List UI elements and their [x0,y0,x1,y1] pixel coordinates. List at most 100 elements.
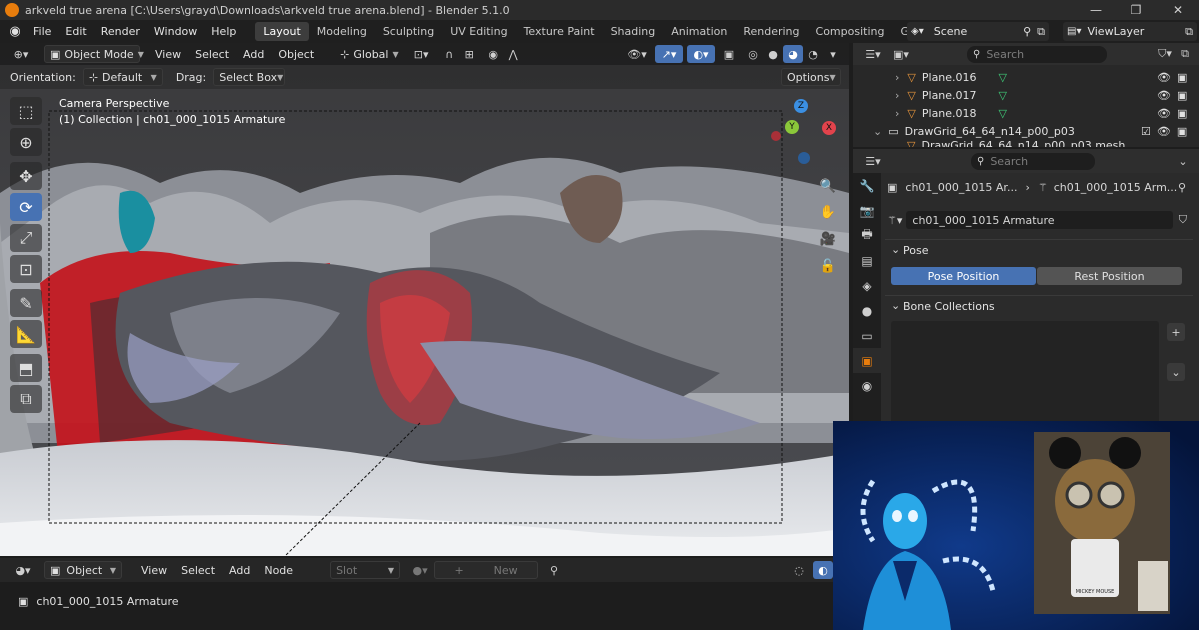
options-dropdown[interactable]: Options ▼ [781,68,841,86]
3d-viewport[interactable]: ⊕▾ ▣ Object Mode ▼ View Select Add Objec… [0,43,849,556]
outliner-row-plane-017[interactable]: › ▽ Plane.017 ▽ [895,86,1007,104]
menu-file[interactable]: File [26,20,58,43]
add-cube-tool-icon[interactable]: ⬒ [10,354,42,382]
menu-help[interactable]: Help [204,20,243,43]
display-mode-icon[interactable]: ▣▾ [887,45,915,63]
scene-tab-icon[interactable]: ◈ [853,273,881,298]
viewport-menu-select[interactable]: Select [188,48,236,61]
expand-arrow-icon[interactable]: › [895,89,899,102]
bone-collections-list[interactable] [891,321,1159,424]
node-menu-select[interactable]: Select [174,564,222,577]
zoom-icon[interactable]: 🔍 [817,175,839,197]
pan-hand-icon[interactable]: ✋ [817,201,839,223]
viewport-menu-object[interactable]: Object [271,48,321,61]
checkbox-icon[interactable]: ☑ [1141,125,1151,138]
add-bone-collection-button[interactable]: + [1167,323,1185,341]
transform-tool-icon[interactable]: ⊡ [10,255,42,283]
orientation-dropdown[interactable]: ⊹ Default ▼ [82,68,163,86]
visibility-toggles-row-3[interactable]: 👁 ▣ [1157,104,1187,122]
node-menu-add[interactable]: Add [222,564,257,577]
editor-type-icon[interactable]: ⊕▾ [6,45,36,63]
rotate-tool-icon[interactable]: ⟳ [10,193,42,221]
bone-collection-menu-button[interactable]: ⌄ [1167,363,1185,381]
snap-target-icon[interactable]: ⊞ [459,45,479,63]
workspace-tab-sculpting[interactable]: Sculpting [375,22,442,41]
tool-tab-icon[interactable]: 🔧 [853,173,881,198]
outliner-editor-type-icon[interactable]: ☰▾ [859,45,887,63]
gizmo-x-axis[interactable]: X [822,121,836,135]
pin-icon[interactable]: ⚲ [544,561,564,579]
new-collection-icon[interactable]: ⧉ [1175,45,1195,63]
outliner-row-drawgrid-mesh[interactable]: ▽ DrawGrid_64_64_n14_p00_p03.mesh [907,139,1125,147]
minimize-button[interactable]: — [1076,0,1116,20]
gizmo-y-axis[interactable]: Y [785,120,799,134]
gizmo-toggle-icon[interactable]: ↗▾ [655,45,683,63]
snap-icon[interactable]: ∩ [439,45,459,63]
workspace-tab-uv-editing[interactable]: UV Editing [442,22,515,41]
mesh-data-icon[interactable]: ▽ [999,89,1007,102]
output-tab-icon[interactable]: 🖶 [853,223,881,248]
overlay-toggle-icon[interactable]: ◐▾ [687,45,715,63]
pose-panel-title[interactable]: Pose [903,244,928,257]
scene-selector[interactable]: ◈▾ Scene ⚲ ⧉ [907,22,1049,41]
mesh-data-icon[interactable]: ▽ [999,107,1007,120]
cursor-tool-icon[interactable]: ⊕ [10,128,42,156]
pin-icon[interactable]: ⚲ [1178,181,1186,194]
armature-name-field[interactable]: ch01_000_1015 Armature [906,211,1173,229]
outliner-row-drawgrid[interactable]: ⌄ ▭ DrawGrid_64_64_n14_p00_p03 [873,122,1075,140]
visibility-toggles-row-4[interactable]: ☑ 👁 ▣ [1141,122,1187,140]
overlay-icon[interactable]: ◐ [813,561,833,579]
camera-view-icon[interactable]: 🎥 [817,228,839,250]
bone-collections-chevron-icon[interactable]: ⌄ [891,299,900,312]
extra-tool-icon[interactable]: ⧉ [10,385,42,413]
xray-toggle-icon[interactable]: ▣ [719,45,739,63]
properties-options-icon[interactable]: ⌄ [1173,152,1193,170]
workspace-tab-shading[interactable]: Shading [603,22,664,41]
workspace-tab-layout[interactable]: Layout [255,22,309,41]
material-browse-icon[interactable]: ●▾ [406,561,434,579]
material-shading-icon[interactable]: ◕ [783,45,803,63]
eye-icon[interactable]: 👁 [1157,125,1171,138]
render-tab-icon[interactable]: 📷 [853,198,881,223]
workspace-tab-compositing[interactable]: Compositing [808,22,893,41]
gizmo-neg-z-axis[interactable] [798,152,810,164]
select-box-tool-icon[interactable]: ⬚ [10,97,42,125]
blender-logo-icon[interactable]: ◉ [4,21,26,43]
drag-dropdown[interactable]: Select Box ▼ [213,68,286,86]
pose-position-button[interactable]: Pose Position [891,267,1036,285]
menu-window[interactable]: Window [147,20,204,43]
lock-camera-icon[interactable]: 🔓 [817,255,839,277]
scale-tool-icon[interactable]: ⤢ [10,224,42,252]
collection-tab-icon[interactable]: ▭ [853,323,881,348]
collapse-arrow-icon[interactable]: ⌄ [873,125,882,138]
viewport-menu-add[interactable]: Add [236,48,271,61]
outliner-search-input[interactable]: ⚲ Search [967,45,1107,63]
visibility-toggles-row-1[interactable]: 👁 ▣ [1157,68,1187,86]
workspace-tab-rendering[interactable]: Rendering [735,22,807,41]
eye-icon[interactable]: 👁 [1157,71,1171,84]
workspace-tab-modeling[interactable]: Modeling [309,22,375,41]
workspace-tab-animation[interactable]: Animation [663,22,735,41]
node-menu-view[interactable]: View [134,564,174,577]
properties-search-input[interactable]: ⚲ Search [971,152,1095,170]
camera-render-icon[interactable]: ▣ [1177,89,1187,102]
eye-icon[interactable]: 👁 [1157,107,1171,120]
properties-editor-type-icon[interactable]: ☰▾ [859,152,887,170]
workspace-tab-texture-paint[interactable]: Texture Paint [516,22,603,41]
view-layer-selector[interactable]: ▤▾ ViewLayer ⧉ [1063,22,1197,41]
menu-edit[interactable]: Edit [58,20,93,43]
rest-position-button[interactable]: Rest Position [1037,267,1182,285]
annotate-tool-icon[interactable]: ✎ [10,289,42,317]
pivot-point-icon[interactable]: ⊡▾ [407,45,435,63]
measure-tool-icon[interactable]: 📐 [10,320,42,348]
outliner-row-plane-018[interactable]: › ▽ Plane.018 ▽ [895,104,1007,122]
shading-options-icon[interactable]: ▾ [823,45,843,63]
pose-panel-chevron-icon[interactable]: ⌄ [891,243,900,256]
filter-icon[interactable]: ⛉▾ [1155,45,1175,63]
visibility-toggles-row-2[interactable]: 👁 ▣ [1157,86,1187,104]
node-menu-node[interactable]: Node [257,564,300,577]
mesh-data-icon[interactable]: ▽ [999,71,1007,84]
node-tree-type-dropdown[interactable]: ▣ Object ▼ [44,561,122,579]
fake-user-icon[interactable]: ⛉ [1179,213,1187,227]
armature-data-selector[interactable]: ⚚▾ ch01_000_1015 Armature ⛉ [887,211,1187,229]
